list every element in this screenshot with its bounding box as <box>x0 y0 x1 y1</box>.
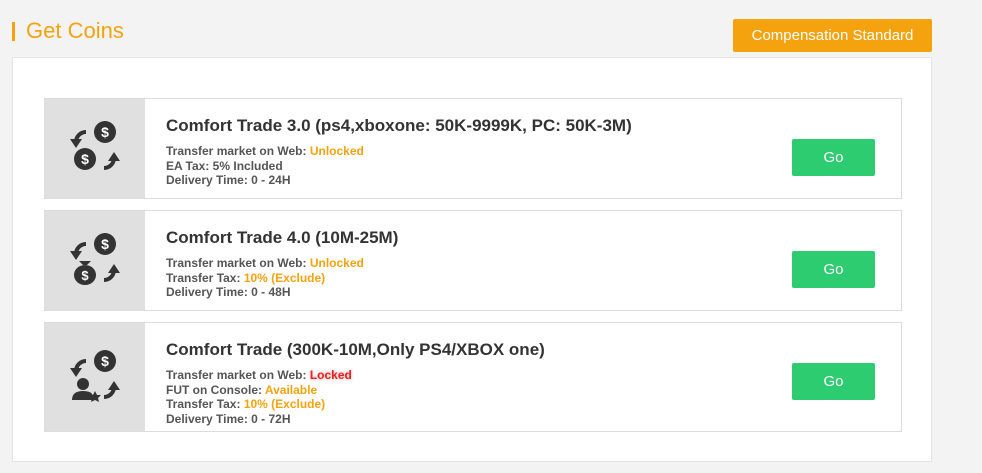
line-label: EA Tax: 5% Included <box>166 158 283 173</box>
svg-text:$: $ <box>101 124 109 140</box>
line-label: Transfer market on Web: <box>166 368 310 382</box>
trade-options-panel: $ $ Comfort Trade 3.0 (ps4,xboxone: 50K-… <box>12 57 932 462</box>
svg-text:$: $ <box>101 353 109 369</box>
transfer-market-line: Transfer market on Web: Locked <box>166 368 545 383</box>
transfer-market-line: Transfer market on Web: Unlocked <box>166 256 398 271</box>
svg-text:$: $ <box>81 151 89 167</box>
delivery-time-line: Delivery Time: 0 - 24H <box>166 173 632 188</box>
money-bag-exchange-icon: $ $ <box>67 230 123 291</box>
get-coins-page: Get Coins Compensation Standard $ $ Comf… <box>0 0 982 473</box>
card-title: Comfort Trade 4.0 (10M-25M) <box>166 228 399 247</box>
trade-card-comfort-console: $ Comfort Trade (300K-10M,Only PS4/XBOX … <box>44 322 902 432</box>
go-button[interactable]: Go <box>792 363 875 400</box>
delivery-time-line: Delivery Time: 0 - 48H <box>166 285 398 300</box>
page-title: Get Coins <box>12 18 124 43</box>
card-body: Comfort Trade 3.0 (ps4,xboxone: 50K-9999… <box>166 116 632 188</box>
line-label: Transfer Tax: <box>166 397 244 411</box>
trade-card-comfort-4: $ $ Comfort Trade 4.0 (10M-25M) Transfer… <box>44 210 902 311</box>
card-title: Comfort Trade (300K-10M,Only PS4/XBOX on… <box>166 340 545 359</box>
card-title: Comfort Trade 3.0 (ps4,xboxone: 50K-9999… <box>166 116 632 135</box>
card-body: Comfort Trade 4.0 (10M-25M) Transfer mar… <box>166 228 398 300</box>
title-accent-bar <box>12 21 15 41</box>
line-label: Transfer market on Web: <box>166 256 310 270</box>
page-title-text: Get Coins <box>26 18 124 43</box>
trade-card-comfort-3: $ $ Comfort Trade 3.0 (ps4,xboxone: 50K-… <box>44 98 902 199</box>
status-value: Unlocked <box>309 144 364 158</box>
transfer-market-line: Transfer market on Web: Unlocked <box>166 144 632 159</box>
line-label: Transfer market on Web: <box>166 144 310 158</box>
tax-value: 10% (Exclude) <box>243 397 326 411</box>
compensation-standard-button[interactable]: Compensation Standard <box>733 19 932 52</box>
go-button[interactable]: Go <box>792 139 875 176</box>
go-button[interactable]: Go <box>792 251 875 288</box>
line-label: Delivery Time: 0 - 48H <box>166 285 291 299</box>
card-icon-box: $ <box>45 323 145 431</box>
tax-line: Transfer Tax: 10% (Exclude) <box>166 397 545 412</box>
status-value: Unlocked <box>309 256 364 270</box>
fut-console-line: FUT on Console: Available <box>166 383 545 398</box>
card-icon-box: $ $ <box>45 99 145 198</box>
line-label: Delivery Time: 0 - 24H <box>166 173 291 187</box>
line-label: Delivery Time: 0 - 72H <box>166 411 291 426</box>
coin-exchange-icon: $ $ <box>67 118 123 179</box>
status-value: Locked <box>309 368 352 382</box>
card-body: Comfort Trade (300K-10M,Only PS4/XBOX on… <box>166 340 545 426</box>
svg-text:$: $ <box>81 268 89 283</box>
availability-value: Available <box>264 382 318 397</box>
delivery-time-line: Delivery Time: 0 - 72H <box>166 412 545 427</box>
tax-value: 10% (Exclude) <box>243 270 326 285</box>
user-star-exchange-icon: $ <box>67 347 123 408</box>
tax-line: EA Tax: 5% Included <box>166 159 632 174</box>
tax-line: Transfer Tax: 10% (Exclude) <box>166 271 398 286</box>
card-icon-box: $ $ <box>45 211 145 310</box>
line-label: Transfer Tax: <box>166 270 244 285</box>
line-label: FUT on Console: <box>166 382 265 397</box>
svg-text:$: $ <box>101 236 109 252</box>
